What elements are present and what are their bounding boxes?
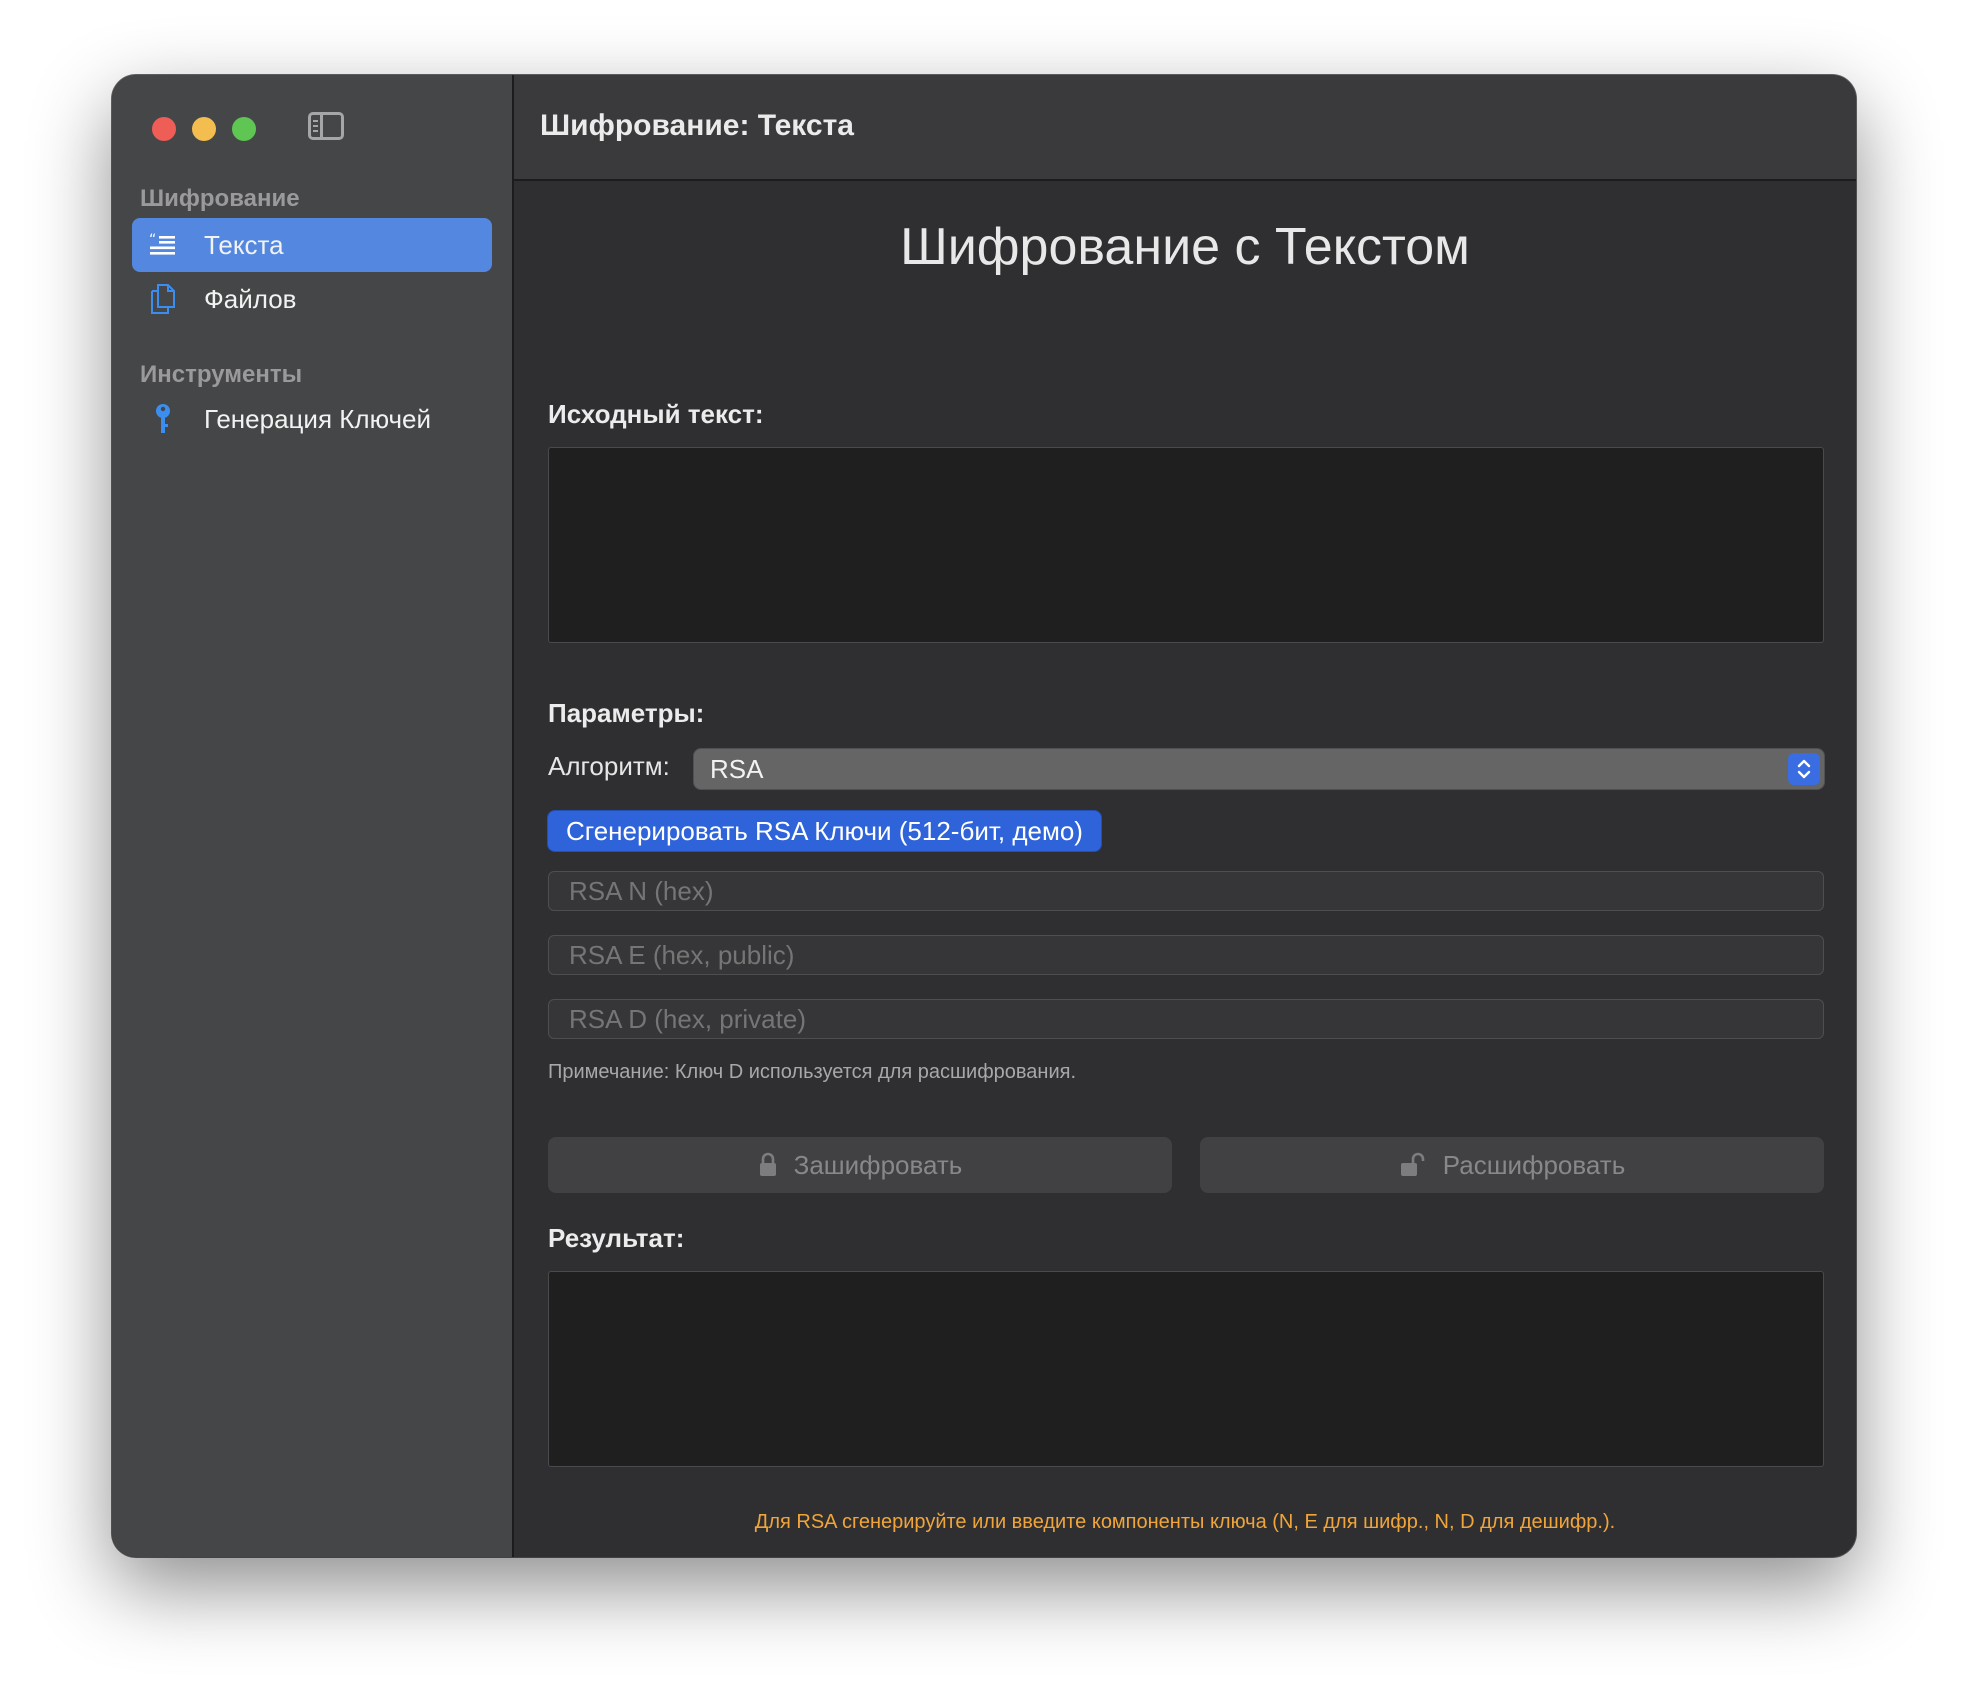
- lock-icon: [758, 1152, 778, 1178]
- result-output[interactable]: [548, 1271, 1824, 1467]
- sidebar-item-text[interactable]: “ Текста: [132, 218, 492, 272]
- generate-rsa-keys-button[interactable]: Сгенерировать RSA Ключи (512-бит, демо): [548, 811, 1101, 851]
- sidebar-item-files[interactable]: Файлов: [132, 272, 492, 326]
- title-bar: Шифрование: Текста: [514, 75, 1856, 181]
- algorithm-select-value: RSA: [710, 754, 764, 784]
- window-title: Шифрование: Текста: [540, 109, 854, 142]
- parameters-label: Параметры:: [548, 698, 705, 728]
- encrypt-button-label: Зашифровать: [793, 1149, 963, 1180]
- zoom-window-button[interactable]: [232, 117, 256, 141]
- algorithm-label: Алгоритм:: [548, 751, 670, 781]
- result-label: Результат:: [548, 1223, 685, 1253]
- chevron-up-down-icon: [1788, 753, 1820, 785]
- svg-text:“: “: [149, 233, 156, 248]
- app-window: Шифрование “ Текста Файлов Инструменты Г…: [112, 75, 1856, 1557]
- rsa-n-field[interactable]: [548, 871, 1824, 911]
- sidebar-section-tools: Инструменты: [140, 361, 303, 388]
- sidebar-item-key-generation[interactable]: Генерация Ключей: [132, 392, 492, 446]
- note-text: Примечание: Ключ D используется для расш…: [548, 1061, 1077, 1083]
- documents-icon: [148, 284, 178, 314]
- algorithm-select[interactable]: RSA: [694, 749, 1824, 789]
- main-content: Шифрование с Текстом Исходный текст: Пар…: [514, 181, 1856, 1557]
- sidebar-item-label: Текста: [204, 229, 284, 260]
- source-text-input[interactable]: [548, 447, 1824, 643]
- page-title: Шифрование с Текстом: [900, 218, 1470, 276]
- text-quote-icon: “: [148, 230, 178, 260]
- rsa-d-field[interactable]: [548, 999, 1824, 1039]
- key-icon: [148, 404, 178, 434]
- decrypt-button-label: Расшифровать: [1442, 1149, 1626, 1180]
- encrypt-button[interactable]: Зашифровать: [548, 1137, 1172, 1193]
- rsa-hint-text: Для RSA сгенерируйте или введите компоне…: [754, 1511, 1616, 1533]
- minimize-window-button[interactable]: [192, 117, 216, 141]
- sidebar-toggle-icon[interactable]: [308, 112, 344, 140]
- rsa-e-field[interactable]: [548, 935, 1824, 975]
- sidebar-item-label: Генерация Ключей: [204, 403, 432, 434]
- decrypt-button[interactable]: Расшифровать: [1200, 1137, 1824, 1193]
- close-window-button[interactable]: [152, 117, 176, 141]
- unlock-icon: [1399, 1152, 1427, 1178]
- source-text-label: Исходный текст:: [548, 399, 764, 429]
- sidebar-item-label: Файлов: [204, 283, 297, 314]
- sidebar-section-encryption: Шифрование: [140, 185, 300, 212]
- sidebar: Шифрование “ Текста Файлов Инструменты Г…: [112, 75, 514, 1557]
